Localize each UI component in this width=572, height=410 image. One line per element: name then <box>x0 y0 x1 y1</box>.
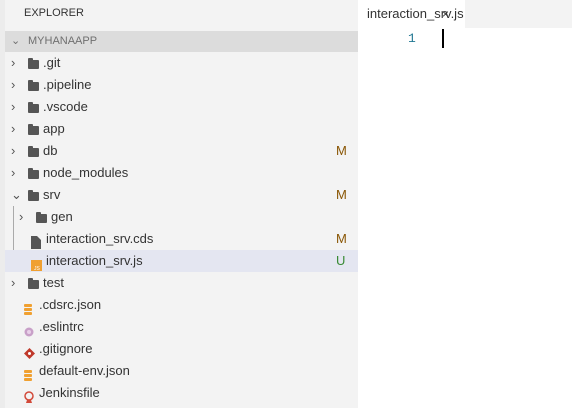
git-status-badge: M <box>336 187 347 202</box>
text-cursor <box>442 29 444 48</box>
tree-item-label: node_modules <box>43 165 129 180</box>
tree-item-label: test <box>43 275 64 290</box>
tree-item-label: .gitignore <box>39 341 93 356</box>
svg-text:JS: JS <box>34 266 41 271</box>
tree-item[interactable]: › gen <box>5 206 358 228</box>
folder-icon <box>28 278 39 289</box>
workspace-root[interactable]: ⌄ MYHANAAPP <box>5 31 358 52</box>
folder-icon <box>28 102 39 113</box>
tree-item-label: .vscode <box>43 99 88 114</box>
tree-item[interactable]: JS interaction_srv.js U <box>5 250 358 272</box>
chevron-right-icon: › <box>11 165 16 180</box>
explorer-title: EXPLORER <box>24 7 84 19</box>
tab-bar: interaction_srv.js × <box>358 0 572 28</box>
line-number: 1 <box>408 31 416 46</box>
folder-icon <box>28 80 39 91</box>
tree-item[interactable]: .gitignore <box>5 338 358 360</box>
chevron-right-icon: › <box>19 209 24 224</box>
tree-item-label: .pipeline <box>43 77 92 92</box>
tree-item-label: gen <box>51 209 73 224</box>
tree-item[interactable]: ⌄ srv M <box>5 184 358 206</box>
tree-item-label: interaction_srv.js <box>46 253 143 268</box>
tree-item[interactable]: › db M <box>5 140 358 162</box>
folder-icon <box>28 168 39 179</box>
chevron-down-icon: ⌄ <box>11 35 21 47</box>
tree-item-label: .eslintrc <box>39 319 84 334</box>
editor-area[interactable] <box>450 28 572 408</box>
git-status-badge: M <box>336 231 347 246</box>
tree-item[interactable]: › node_modules <box>5 162 358 184</box>
tab-interaction-srv-js[interactable]: interaction_srv.js × <box>358 0 465 28</box>
chevron-right-icon: › <box>11 55 16 70</box>
folder-icon <box>28 190 39 201</box>
tree-item-label: .git <box>43 55 61 70</box>
folder-icon <box>28 146 39 157</box>
tree-item-label: srv <box>43 187 61 202</box>
chevron-right-icon: › <box>11 121 16 136</box>
tree-item[interactable]: Jenkinsfile <box>5 382 358 404</box>
chevron-down-icon: ⌄ <box>11 187 22 202</box>
close-icon[interactable]: × <box>442 0 449 28</box>
jenkins-icon <box>24 388 34 410</box>
tree-item-label: interaction_srv.cds <box>46 231 154 246</box>
git-status-badge: U <box>336 253 346 268</box>
tree-item-label: Jenkinsfile <box>39 385 100 400</box>
tree-item[interactable]: › .pipeline <box>5 74 358 96</box>
folder-icon <box>36 212 47 223</box>
chevron-right-icon: › <box>11 143 16 158</box>
tree-item-label: default-env.json <box>39 363 130 378</box>
tree-item[interactable]: .cdsrc.json <box>5 294 358 316</box>
git-status-badge: M <box>336 143 347 158</box>
tree-item-label: .cdsrc.json <box>39 297 102 312</box>
tree-item[interactable]: interaction_srv.cds M <box>5 228 358 250</box>
folder-icon <box>28 58 39 69</box>
tree-item[interactable]: › .git <box>5 52 358 74</box>
workspace-root-label: MYHANAAPP <box>28 35 98 47</box>
explorer-sidebar: EXPLORER ⌄ MYHANAAPP › .git › .pipeline › .vs… <box>0 0 358 408</box>
chevron-right-icon: › <box>11 77 16 92</box>
tab-label: interaction_srv.js <box>367 6 464 21</box>
chevron-right-icon: › <box>11 275 16 290</box>
tree-item[interactable]: › .vscode <box>5 96 358 118</box>
tree-item[interactable]: .eslintrc <box>5 316 358 338</box>
tree-item[interactable]: default-env.json <box>5 360 358 382</box>
tree-item-label: db <box>43 143 58 158</box>
tree-item[interactable]: › test <box>5 272 358 294</box>
tree-item[interactable]: › app <box>5 118 358 140</box>
chevron-right-icon: › <box>11 99 16 114</box>
folder-icon <box>28 124 39 135</box>
tree-item-label: app <box>43 121 65 136</box>
